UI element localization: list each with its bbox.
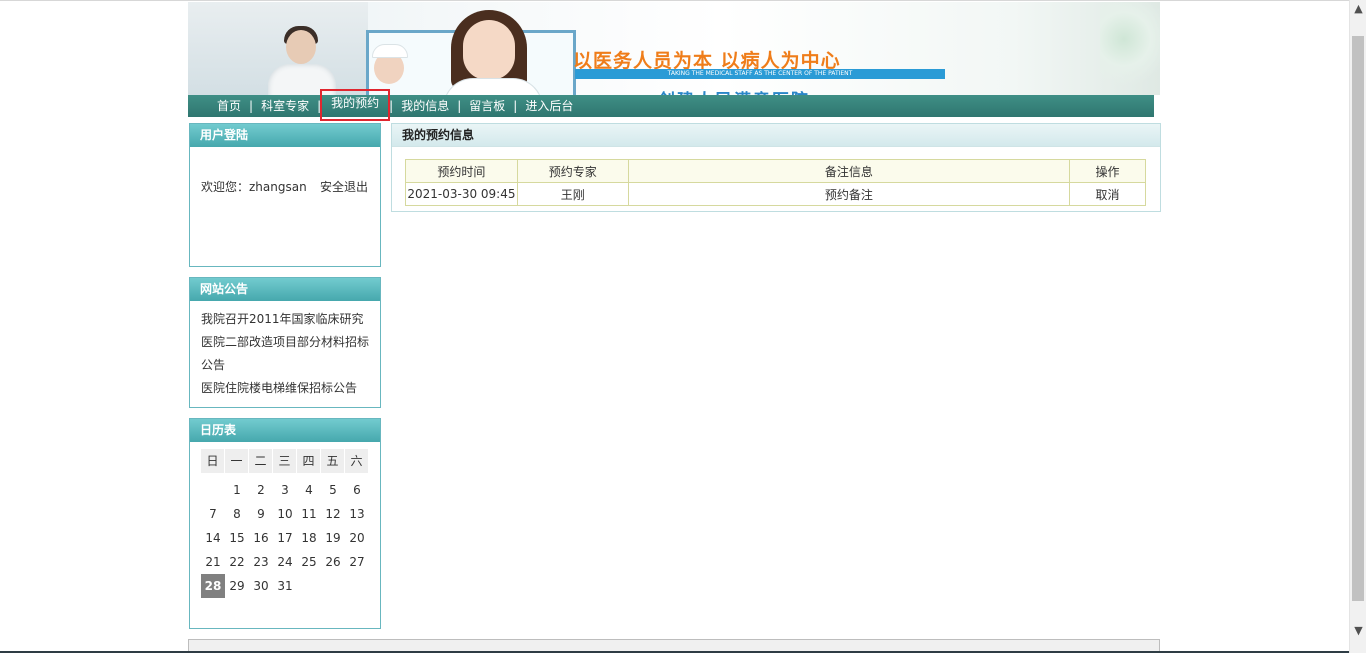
calendar-day[interactable]: 2 — [249, 478, 273, 502]
calendar-title: 日历表 — [190, 419, 380, 442]
calendar-day[interactable]: 7 — [201, 502, 225, 526]
notice-item: 医院住院楼电梯维保招标公告 — [201, 377, 370, 400]
notice-link[interactable]: 我院召开2011年国家临床研究 — [201, 312, 364, 326]
appointment-remark: 预约备注 — [627, 182, 1071, 206]
calendar-empty-cell — [297, 574, 321, 598]
nav-admin[interactable]: 进入后台 — [517, 95, 581, 117]
calendar-day[interactable]: 29 — [225, 574, 249, 598]
calendar-day[interactable]: 4 — [297, 478, 321, 502]
calendar-empty-cell — [345, 574, 369, 598]
appointment-action-cell: 取消 — [1069, 182, 1146, 206]
table-header-row: 预约时间 预约专家 备注信息 操作 — [405, 159, 1146, 183]
page-scrollbar[interactable]: ▲ ▼ — [1349, 0, 1366, 653]
calendar-day[interactable]: 1 — [225, 478, 249, 502]
nurse-image — [368, 42, 416, 95]
calendar-day[interactable]: 24 — [273, 550, 297, 574]
main-nav: 首页 | 科室专家 | 我的预约 | 我的信息 | 留言板 | 进入后台 — [188, 89, 1154, 121]
site-notice-title: 网站公告 — [190, 278, 380, 301]
appointments-panel: 我的预约信息 预约时间 预约专家 备注信息 操作 2021-03-30 09:4… — [391, 123, 1161, 212]
banner-slogan-english: TAKING THE MEDICAL STAFF AS THE CENTER O… — [575, 69, 945, 79]
weekday-label: 日 — [201, 449, 225, 473]
calendar-day[interactable]: 9 — [249, 502, 273, 526]
banner-leaves-decoration — [1100, 2, 1160, 95]
calendar-day[interactable]: 27 — [345, 550, 369, 574]
user-login-box: 用户登陆 欢迎您：zhangsan 安全退出 — [189, 123, 381, 267]
banner-slogan-secondary: 创建人民满意医院 — [658, 86, 810, 95]
calendar-day[interactable]: 12 — [321, 502, 345, 526]
calendar-day[interactable]: 5 — [321, 478, 345, 502]
column-header-expert: 预约专家 — [516, 159, 629, 183]
hospital-banner: 以医务人员为本 以病人为中心 TAKING THE MEDICAL STAFF … — [188, 2, 1160, 95]
weekday-label: 一 — [225, 449, 249, 473]
calendar-day[interactable]: 15 — [225, 526, 249, 550]
nav-my-appointments[interactable]: 我的预约 — [320, 89, 391, 121]
appointment-expert: 王刚 — [516, 182, 629, 206]
scroll-up-icon[interactable]: ▲ — [1350, 0, 1366, 17]
male-doctor-image — [268, 20, 338, 95]
nav-home[interactable]: 首页 — [209, 95, 249, 117]
notice-list: 我院召开2011年国家临床研究 医院二部改造项目部分材料招标公告 医院住院楼电梯… — [190, 301, 380, 400]
weekday-label: 四 — [297, 449, 321, 473]
calendar-days: 1 2 3 4 5 6 7 8 9 10 11 12 13 14 15 16 17 18 19 20 21 22 23 24 2… — [201, 478, 371, 598]
female-doctor-image — [443, 8, 543, 95]
calendar-day[interactable]: 13 — [345, 502, 369, 526]
logout-link[interactable]: 安全退出 — [320, 178, 368, 195]
nav-departments-experts[interactable]: 科室专家 — [253, 95, 317, 117]
top-border — [0, 0, 1349, 1]
notice-item: 我院召开2011年国家临床研究 — [201, 308, 370, 331]
calendar-day[interactable]: 22 — [225, 550, 249, 574]
calendar-day[interactable]: 26 — [321, 550, 345, 574]
column-header-action: 操作 — [1069, 159, 1146, 183]
site-notice-box: 网站公告 我院召开2011年国家临床研究 医院二部改造项目部分材料招标公告 医院… — [189, 277, 381, 408]
calendar-day[interactable]: 6 — [345, 478, 369, 502]
calendar-day[interactable]: 10 — [273, 502, 297, 526]
calendar-day[interactable]: 11 — [297, 502, 321, 526]
table-row: 2021-03-30 09:45 王刚 预约备注 取消 — [405, 182, 1146, 206]
calendar-day[interactable]: 19 — [321, 526, 345, 550]
scrollbar-thumb[interactable] — [1352, 36, 1364, 601]
calendar-box: 日历表 日 一 二 三 四 五 六 1 2 3 4 5 6 7 8 9 10 11 12 13 14 15 1… — [189, 418, 381, 629]
notice-link[interactable]: 医院住院楼电梯维保招标公告 — [201, 381, 357, 395]
nav-my-info[interactable]: 我的信息 — [393, 95, 457, 117]
calendar-day[interactable]: 23 — [249, 550, 273, 574]
calendar-day[interactable]: 14 — [201, 526, 225, 550]
weekday-label: 五 — [321, 449, 345, 473]
calendar-empty-cell — [201, 478, 225, 502]
weekday-label: 六 — [345, 449, 369, 473]
calendar-day[interactable]: 21 — [201, 550, 225, 574]
column-header-time: 预约时间 — [405, 159, 518, 183]
calendar-day[interactable]: 20 — [345, 526, 369, 550]
calendar-day[interactable]: 3 — [273, 478, 297, 502]
calendar-empty-cell — [321, 574, 345, 598]
welcome-text: 欢迎您：zhangsan — [201, 180, 307, 194]
column-header-remark: 备注信息 — [627, 159, 1071, 183]
user-login-title: 用户登陆 — [190, 124, 380, 147]
calendar-day[interactable]: 8 — [225, 502, 249, 526]
weekday-label: 三 — [273, 449, 297, 473]
appointment-time: 2021-03-30 09:45 — [405, 182, 518, 206]
appointments-title: 我的预约信息 — [392, 124, 1160, 147]
calendar-day[interactable]: 28 — [201, 574, 225, 598]
calendar-weekday-row: 日 一 二 三 四 五 六 — [201, 449, 371, 473]
nav-message-board[interactable]: 留言板 — [461, 95, 513, 117]
calendar-grid: 日 一 二 三 四 五 六 1 2 3 4 5 6 7 8 9 10 11 12 13 14 15 16 17 1… — [201, 449, 371, 598]
scroll-down-icon[interactable]: ▼ — [1350, 622, 1366, 639]
weekday-label: 二 — [249, 449, 273, 473]
appointments-table: 预约时间 预约专家 备注信息 操作 2021-03-30 09:45 王刚 预约… — [405, 159, 1146, 206]
notice-item: 医院二部改造项目部分材料招标公告 — [201, 331, 370, 377]
calendar-day[interactable]: 16 — [249, 526, 273, 550]
cancel-appointment-link[interactable]: 取消 — [1096, 188, 1120, 202]
calendar-day[interactable]: 18 — [297, 526, 321, 550]
calendar-day[interactable]: 30 — [249, 574, 273, 598]
calendar-day[interactable]: 31 — [273, 574, 297, 598]
calendar-day[interactable]: 17 — [273, 526, 297, 550]
notice-link[interactable]: 医院二部改造项目部分材料招标公告 — [201, 335, 369, 372]
calendar-day[interactable]: 25 — [297, 550, 321, 574]
